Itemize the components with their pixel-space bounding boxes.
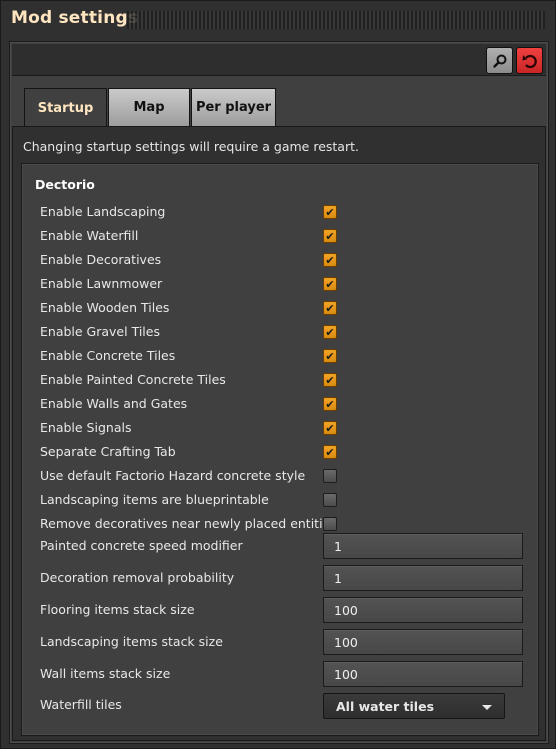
setting-row-number: Decoration removal probability: [40, 565, 530, 593]
checkmark-icon: ✔: [325, 421, 335, 435]
setting-label: Remove decoratives near newly placed ent…: [40, 516, 337, 531]
setting-label: Enable Signals: [40, 420, 132, 435]
setting-label: Landscaping items are blueprintable: [40, 492, 269, 507]
setting-checkbox[interactable]: ✔: [323, 301, 337, 315]
reset-icon: [522, 54, 537, 68]
setting-row-checkbox: Enable Painted Concrete Tiles ✔: [40, 368, 530, 392]
setting-checkbox[interactable]: [323, 517, 337, 531]
drag-handle[interactable]: [127, 11, 545, 29]
setting-label: Waterfill tiles: [40, 697, 122, 712]
tab-label: Map: [133, 100, 165, 115]
toolbar: [12, 44, 546, 76]
setting-checkbox[interactable]: ✔: [323, 373, 337, 387]
setting-checkbox[interactable]: ✔: [323, 325, 337, 339]
mod-name-heading: Dectorio: [35, 177, 95, 192]
chevron-down-icon: [482, 705, 492, 710]
dropdown-selected-value: All water tiles: [336, 699, 435, 714]
setting-row-checkbox: Enable Landscaping ✔: [40, 200, 530, 224]
checkmark-icon: ✔: [325, 325, 335, 339]
setting-row-number: Wall items stack size: [40, 661, 530, 689]
checkmark-icon: ✔: [325, 373, 335, 387]
tab-map[interactable]: Map: [108, 88, 190, 126]
search-button[interactable]: [486, 47, 513, 74]
setting-row-checkbox: Landscaping items are blueprintable: [40, 488, 530, 512]
checkmark-icon: ✔: [325, 229, 335, 243]
startup-tab-panel: Changing startup settings will require a…: [12, 126, 546, 741]
setting-label: Use default Factorio Hazard concrete sty…: [40, 468, 306, 483]
setting-row-checkbox: Enable Lawnmower ✔: [40, 272, 530, 296]
setting-label: Enable Landscaping: [40, 204, 166, 219]
checkmark-icon: ✔: [325, 397, 335, 411]
setting-label: Enable Painted Concrete Tiles: [40, 372, 226, 387]
setting-number-field[interactable]: [323, 565, 523, 591]
setting-number-field[interactable]: [323, 661, 523, 687]
checkmark-icon: ✔: [325, 349, 335, 363]
content-frame: Startup Map Per player Changing startup …: [9, 41, 549, 744]
setting-row-checkbox: Enable Walls and Gates ✔: [40, 392, 530, 416]
setting-checkbox[interactable]: [323, 469, 337, 483]
tab-startup[interactable]: Startup: [24, 88, 107, 128]
setting-number-field[interactable]: [323, 533, 523, 559]
setting-row-number: Flooring items stack size: [40, 597, 530, 625]
checkmark-icon: ✔: [325, 277, 335, 291]
checkmark-icon: ✔: [325, 445, 335, 459]
setting-label: Separate Crafting Tab: [40, 444, 176, 459]
setting-number-field[interactable]: [323, 597, 523, 623]
setting-checkbox[interactable]: ✔: [323, 229, 337, 243]
setting-checkbox[interactable]: ✔: [323, 253, 337, 267]
tab-label: Startup: [37, 101, 94, 116]
setting-row-checkbox: Enable Decoratives ✔: [40, 248, 530, 272]
setting-label: Flooring items stack size: [40, 602, 195, 617]
setting-label: Enable Wooden Tiles: [40, 300, 170, 315]
setting-checkbox[interactable]: ✔: [323, 445, 337, 459]
reset-button[interactable]: [516, 47, 543, 74]
setting-row-checkbox: Enable Signals ✔: [40, 416, 530, 440]
waterfill-tiles-dropdown[interactable]: All water tiles: [323, 693, 505, 719]
setting-number-field[interactable]: [323, 629, 523, 655]
setting-checkbox[interactable]: ✔: [323, 421, 337, 435]
checkmark-icon: ✔: [325, 253, 335, 267]
setting-row-waterfill-tiles: Waterfill tiles All water tiles: [40, 693, 530, 719]
setting-label: Enable Decoratives: [40, 252, 162, 267]
setting-checkbox[interactable]: [323, 493, 337, 507]
tab-label: Per player: [195, 100, 272, 115]
mod-settings-window: Mod settings Startup Map Per player Chan…: [0, 0, 556, 749]
setting-label: Enable Walls and Gates: [40, 396, 188, 411]
checkmark-icon: ✔: [325, 205, 335, 219]
setting-row-checkbox: Use default Factorio Hazard concrete sty…: [40, 464, 530, 488]
setting-checkbox[interactable]: ✔: [323, 277, 337, 291]
setting-label: Enable Concrete Tiles: [40, 348, 176, 363]
setting-label: Enable Waterfill: [40, 228, 139, 243]
mod-settings-list: Dectorio Enable Landscaping ✔ Enable Water…: [21, 163, 539, 736]
setting-row-checkbox: Enable Waterfill ✔: [40, 224, 530, 248]
setting-row-number: Painted concrete speed modifier: [40, 533, 530, 561]
setting-label: Wall items stack size: [40, 666, 171, 681]
setting-checkbox[interactable]: ✔: [323, 397, 337, 411]
setting-label: Landscaping items stack size: [40, 634, 223, 649]
setting-label: Enable Lawnmower: [40, 276, 163, 291]
window-title: Mod settings: [11, 8, 139, 28]
setting-label: Painted concrete speed modifier: [40, 538, 243, 553]
setting-row-checkbox: Separate Crafting Tab ✔: [40, 440, 530, 464]
tab-per-player[interactable]: Per player: [191, 88, 276, 126]
magnifier-icon: [492, 54, 506, 68]
setting-row-checkbox: Enable Gravel Tiles ✔: [40, 320, 530, 344]
title-bar: Mod settings: [1, 1, 556, 37]
checkmark-icon: ✔: [325, 301, 335, 315]
setting-label: Decoration removal probability: [40, 570, 235, 585]
setting-checkbox[interactable]: ✔: [323, 205, 337, 219]
setting-row-number: Landscaping items stack size: [40, 629, 530, 657]
restart-notice: Changing startup settings will require a…: [23, 139, 359, 154]
setting-label: Enable Gravel Tiles: [40, 324, 160, 339]
setting-row-checkbox: Enable Wooden Tiles ✔: [40, 296, 530, 320]
setting-row-checkbox: Enable Concrete Tiles ✔: [40, 344, 530, 368]
setting-checkbox[interactable]: ✔: [323, 349, 337, 363]
